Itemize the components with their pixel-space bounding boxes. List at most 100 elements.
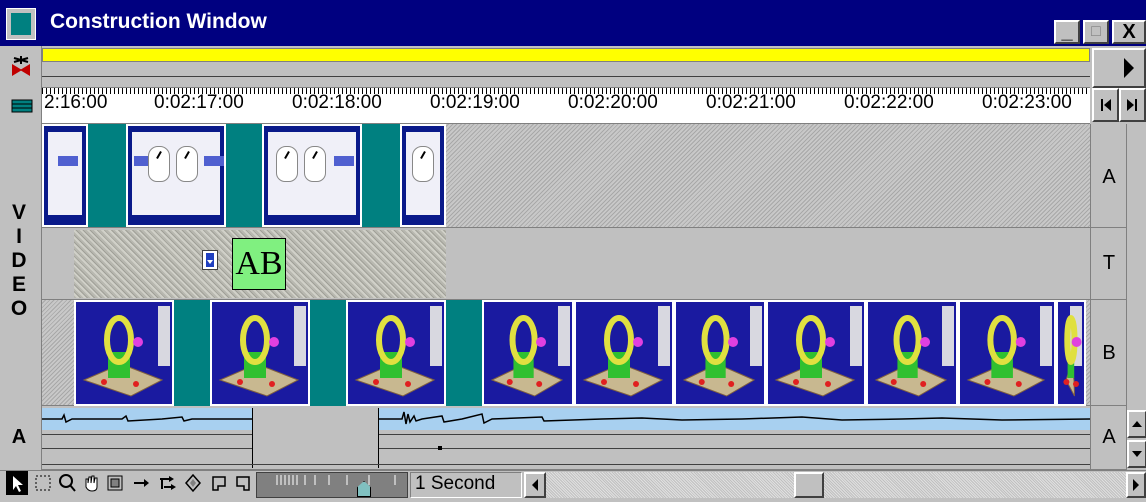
audio-waveform (42, 411, 1090, 425)
track-t-label: T (1102, 252, 1116, 274)
video-clip[interactable] (866, 300, 958, 406)
audio-volume-line (42, 448, 252, 449)
time-zoom-slider[interactable] (256, 472, 408, 498)
track-a-label-cell: A (1090, 124, 1126, 228)
video-label-letter: V (11, 201, 26, 224)
maximize-button[interactable]: □ (1083, 20, 1109, 44)
video-clip[interactable] (574, 300, 674, 406)
arrow-pointer-icon (13, 476, 23, 492)
video-clip[interactable] (262, 124, 362, 227)
video-clip[interactable] (1056, 300, 1086, 406)
work-area-bar[interactable] (42, 48, 1090, 62)
selection-tool-button[interactable] (6, 471, 28, 495)
clip-thumbnail (484, 302, 572, 402)
video-clip[interactable] (346, 300, 446, 406)
audio-volume-line (378, 448, 1090, 449)
ruler-label: 2:16:00 (44, 92, 108, 113)
video-clip[interactable] (126, 124, 226, 227)
video-clip[interactable] (958, 300, 1056, 406)
ruler-label: 0:02:23:00 (982, 92, 1072, 113)
arrow-down-icon (1132, 451, 1142, 457)
arrow-left-icon (532, 479, 538, 491)
play-icon (1124, 58, 1134, 78)
scroll-up-button[interactable] (1127, 410, 1146, 438)
ruler-label: 0:02:17:00 (154, 92, 244, 113)
video-a-track[interactable] (42, 124, 1090, 228)
transition-preview-icon[interactable]: AB (232, 238, 286, 290)
hand-icon (85, 475, 98, 492)
arrow-up-icon (1132, 421, 1142, 427)
go-to-start-button[interactable] (1092, 88, 1119, 122)
out-point-icon (236, 476, 250, 491)
in-point-tool-button[interactable] (208, 471, 230, 495)
work-area-icon[interactable] (0, 46, 42, 88)
video-clip[interactable] (482, 300, 574, 406)
scroll-down-button[interactable] (1127, 440, 1146, 468)
ruler-label: 0:02:19:00 (430, 92, 520, 113)
track-select-tool-button[interactable] (130, 471, 152, 495)
track-b-label: B (1102, 342, 1116, 364)
arrow-right-icon (134, 479, 149, 487)
video-label-letter: O (10, 297, 28, 320)
marquee-icon (35, 475, 51, 491)
zoom-tool-button[interactable] (56, 471, 78, 495)
range-select-tool-button[interactable] (32, 471, 54, 495)
clip-gap (88, 124, 126, 227)
vertical-scrollbar-audio[interactable] (1126, 406, 1146, 470)
video-label-column: V I D E O (0, 124, 42, 406)
audio-track[interactable] (42, 406, 1090, 470)
close-button[interactable]: X (1112, 20, 1146, 44)
transition-direction-icon[interactable] (202, 250, 218, 270)
vertical-scrollbar-video[interactable] (1126, 124, 1146, 406)
clip-thumbnail (348, 302, 444, 402)
transition-clip[interactable]: AB (74, 230, 446, 298)
arrow-right-small-icon (1133, 479, 1139, 491)
work-area-track (42, 62, 1090, 88)
video-clip[interactable] (400, 124, 446, 227)
ruler-label: 0:02:18:00 (292, 92, 382, 113)
hand-tool-button[interactable] (80, 471, 102, 495)
horizontal-scrollbar[interactable] (524, 472, 1126, 498)
video-clip[interactable] (42, 124, 88, 227)
clip-thumbnail (768, 302, 864, 402)
title-bar: Construction Window _ □ X (0, 0, 1146, 46)
play-button[interactable] (1092, 48, 1146, 88)
scroll-thumb[interactable] (794, 472, 824, 498)
film-icon[interactable] (0, 88, 42, 124)
video-label-letter: E (11, 273, 26, 296)
time-ruler[interactable]: 2:16:00 0:02:17:00 0:02:18:00 0:02:19:00… (42, 88, 1090, 124)
minimize-button[interactable]: _ (1054, 20, 1080, 44)
scroll-left-button[interactable] (524, 472, 546, 498)
audio-keyframe[interactable] (438, 446, 442, 450)
clip-thumbnail (960, 302, 1054, 402)
multitrack-select-tool-button[interactable] (156, 471, 178, 495)
clip-gap (446, 300, 482, 406)
track-a-label: A (1102, 166, 1116, 188)
razor-tool-button[interactable] (182, 471, 204, 495)
audio-clip-edge (378, 408, 379, 468)
audio-divider (42, 464, 1090, 465)
audio-right-label: A (1102, 426, 1116, 448)
go-to-end-button[interactable] (1119, 88, 1146, 122)
transition-track[interactable]: AB (42, 228, 1090, 300)
video-clip[interactable] (210, 300, 310, 406)
time-unit-display[interactable]: 1 Second (410, 472, 522, 498)
clip-thumbnail (212, 302, 308, 402)
video-clip[interactable] (674, 300, 766, 406)
audio-label: A (11, 426, 27, 448)
app-icon[interactable] (6, 8, 36, 40)
block-select-tool-button[interactable] (104, 471, 126, 495)
work-area-icon-cell (0, 46, 42, 88)
video-b-track[interactable] (42, 300, 1090, 406)
audio-volume-line (42, 434, 252, 435)
out-point-tool-button[interactable] (232, 471, 254, 495)
ruler-label: 0:02:20:00 (568, 92, 658, 113)
clip-gap (174, 300, 210, 406)
go-to-start-icon (1101, 99, 1111, 111)
scroll-right-button[interactable] (1126, 472, 1146, 498)
video-clip[interactable] (74, 300, 174, 406)
clip-thumbnail (76, 302, 172, 402)
ruler-icon-cell (0, 88, 42, 124)
video-clip[interactable] (766, 300, 866, 406)
razor-icon (185, 473, 201, 493)
